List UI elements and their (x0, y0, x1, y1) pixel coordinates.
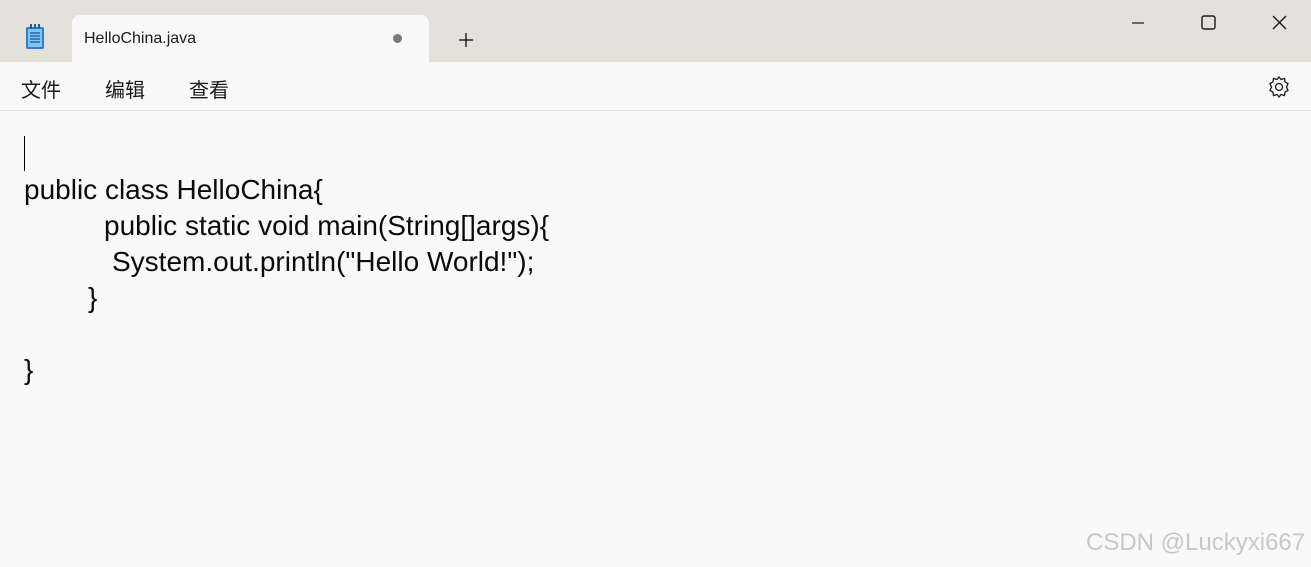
code-line: public class HelloChina{ (24, 174, 323, 205)
code-line: } (24, 354, 34, 385)
text-caret (24, 136, 25, 171)
gear-icon[interactable] (1266, 74, 1292, 100)
code-line: } (88, 282, 98, 313)
menu-file[interactable]: 文件 (21, 74, 61, 103)
code-line: public static void main(String[]args){ (104, 210, 550, 241)
tab-title: HelloChina.java (84, 30, 197, 47)
unsaved-dot-icon[interactable] (393, 34, 402, 43)
tab-hellochina[interactable]: HelloChina.java (72, 15, 429, 62)
maximize-icon[interactable] (1185, 10, 1231, 38)
close-icon[interactable] (1256, 10, 1302, 38)
menu-bar: 文件 编辑 查看 (0, 62, 1311, 111)
menu-view[interactable]: 查看 (189, 74, 229, 103)
title-bar: HelloChina.java (0, 0, 1311, 62)
code-line: System.out.println("Hello World!"); (112, 246, 535, 277)
menu-edit[interactable]: 编辑 (105, 74, 145, 103)
plus-icon[interactable] (452, 27, 480, 55)
watermark: CSDN @Luckyxi667 (1086, 529, 1306, 556)
text-editor[interactable]: public class HelloChina{ public static v… (0, 111, 1311, 567)
notepad-icon (26, 24, 44, 49)
minimize-icon[interactable] (1115, 10, 1161, 38)
